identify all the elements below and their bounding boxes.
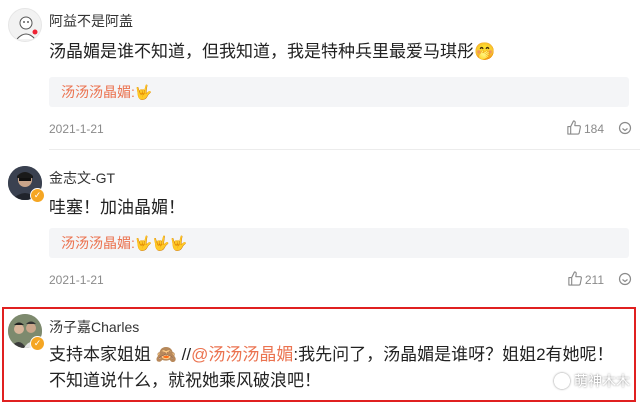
emoji: 🤟 <box>134 84 153 100</box>
verified-badge-icon: ✓ <box>30 188 45 203</box>
avatar[interactable] <box>8 8 42 42</box>
username[interactable]: 汤子嘉Charles <box>49 317 139 337</box>
avatar[interactable]: ✓ <box>8 166 45 203</box>
like-icon[interactable] <box>566 120 581 138</box>
comment-text: 哇塞！加油晶媚！ <box>49 198 185 217</box>
verified-badge-icon: ✓ <box>30 336 45 351</box>
mention-link[interactable]: @汤汤汤晶媚 <box>191 345 293 364</box>
emoji: 🤟🤟🤟 <box>134 235 188 251</box>
emoji: 🙈 <box>155 345 177 364</box>
like-count: 184 <box>583 122 604 136</box>
reply-quote[interactable]: 汤汤汤晶媚:🤟 <box>49 77 629 107</box>
username[interactable]: 金志文-GT <box>49 168 115 188</box>
watermark: 萌神木木 <box>554 371 630 391</box>
comment-actions: 211 <box>567 271 632 289</box>
watermark-logo-icon <box>554 373 570 389</box>
avatar[interactable]: ✓ <box>8 314 45 351</box>
quote-username[interactable]: 汤汤汤晶媚: <box>61 84 135 100</box>
reply-quote[interactable]: 汤汤汤晶媚:🤟🤟🤟 <box>49 228 629 258</box>
quote-username[interactable]: 汤汤汤晶媚: <box>61 235 135 251</box>
more-icon[interactable] <box>618 272 632 289</box>
more-icon[interactable] <box>618 121 632 138</box>
like-count: 211 <box>584 273 604 287</box>
divider <box>49 149 640 150</box>
emoji: 🤭 <box>474 42 496 61</box>
timestamp: 2021-1-21 <box>49 122 104 136</box>
comment-text: 支持本家姐姐 🙈 //@汤汤汤晶媚:我先问了，汤晶媚是谁呀？姐姐2有她呢！ <box>49 345 614 364</box>
username[interactable]: 阿益不是阿盖 <box>49 11 133 31</box>
comment-actions: 184 <box>566 120 632 138</box>
comment-text-line-2: 不知道说什么，就祝她乘风破浪吧！ <box>49 371 321 390</box>
timestamp: 2021-1-21 <box>49 273 104 287</box>
comment-text: 汤晶媚是谁不知道，但我知道，我是特种兵里最爱马琪彤🤭 <box>49 42 496 61</box>
like-icon[interactable] <box>567 271 582 289</box>
